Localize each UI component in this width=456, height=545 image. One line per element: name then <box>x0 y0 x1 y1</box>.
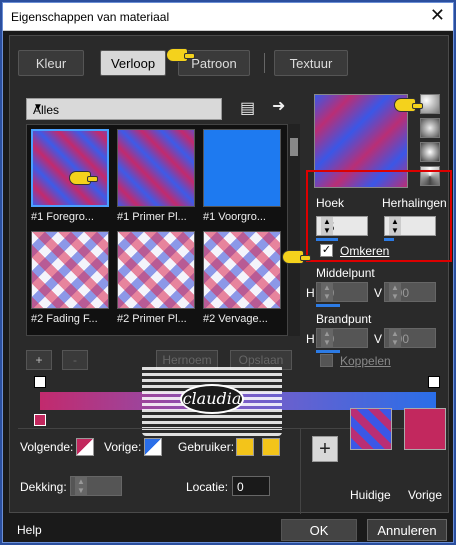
title-bar: Eigenschappen van materiaal ✕ <box>3 3 453 31</box>
chevron-down-icon: ▼ <box>33 102 43 113</box>
spinner-arrows-icon[interactable]: ▲ ▼ <box>321 217 333 235</box>
focal-label: Brandpunt <box>316 312 372 326</box>
link-checkbox[interactable] <box>320 354 333 367</box>
spinner-arrows-icon[interactable]: ▲ ▼ <box>75 477 87 495</box>
center-label: Middelpunt <box>316 266 375 280</box>
gradient-label-2: #1 Primer Pl... <box>117 211 187 223</box>
pointer-hand-icon <box>69 171 98 185</box>
location-label: Locatie: <box>186 480 229 494</box>
tab-separator <box>264 53 265 73</box>
help-link[interactable]: Help <box>17 523 42 537</box>
window-title: Eigenschappen van materiaal <box>11 10 170 24</box>
library-icon[interactable]: ▤ <box>240 98 255 118</box>
category-dropdown[interactable]: Alles ▼ <box>26 98 222 120</box>
add-gradient-button[interactable]: + <box>26 350 52 370</box>
top-stop-left[interactable] <box>34 376 46 388</box>
cancel-button[interactable]: Annuleren <box>367 519 447 541</box>
current-material-swatch[interactable] <box>350 408 392 450</box>
tab-verloop[interactable]: Verloop <box>100 50 166 76</box>
opacity-label: Dekking: <box>20 480 67 494</box>
spinner-arrows-icon[interactable]: ▲ ▼ <box>321 329 333 347</box>
gradient-label-1: #1 Foregro... <box>31 211 94 223</box>
next-color-label: Volgende: <box>20 440 74 454</box>
material-properties-dialog: Eigenschappen van materiaal ✕ Kleur Verl… <box>2 2 454 543</box>
center-v-label: V <box>374 286 383 300</box>
pointer-hand-icon <box>166 48 195 62</box>
current-label: Huidige <box>350 488 391 502</box>
opacity-input[interactable]: 0 ▲▼ <box>70 476 122 496</box>
ok-button[interactable]: OK <box>281 519 357 541</box>
bottom-stop-left[interactable] <box>34 414 46 426</box>
watermark-logo: claudia <box>142 364 282 436</box>
spinner-arrows-icon[interactable]: ▲ ▼ <box>389 329 401 347</box>
focal-h-input[interactable]: 50 ▲▼ <box>316 328 368 348</box>
pointer-hand-icon <box>394 98 423 112</box>
gradient-label-4: #2 Fading F... <box>31 313 98 325</box>
repeats-label: Herhalingen <box>382 196 447 210</box>
gradient-label-5: #2 Primer Pl... <box>117 313 187 325</box>
user-color-swatch-2[interactable] <box>262 438 280 456</box>
center-h-slider[interactable] <box>316 304 340 307</box>
previous-material-swatch[interactable] <box>404 408 446 450</box>
gradient-thumb-4[interactable] <box>31 231 109 309</box>
tab-kleur[interactable]: Kleur <box>18 50 84 76</box>
next-color-swatch[interactable] <box>76 438 94 456</box>
watermark-text: claudia <box>180 384 244 414</box>
repeats-slider[interactable] <box>384 238 394 241</box>
gradient-thumb-1[interactable] <box>31 129 109 207</box>
center-v-input[interactable]: 100 ▲▼ <box>384 282 436 302</box>
gradient-thumb-6[interactable] <box>203 231 281 309</box>
prev-color-label: Vorige: <box>104 440 142 454</box>
tab-bar: Kleur Verloop Patroon Textuur <box>18 50 438 76</box>
invert-checkbox[interactable]: ✓ <box>320 244 333 257</box>
gradient-thumb-3[interactable] <box>203 129 281 207</box>
link-label: Koppelen <box>340 354 391 368</box>
arrow-right-icon[interactable]: ➜ <box>272 96 285 116</box>
location-value: 0 <box>237 480 244 494</box>
spinner-arrows-icon[interactable]: ▲ ▼ <box>321 283 333 301</box>
pointer-hand-icon <box>282 250 311 264</box>
repeats-input[interactable]: 5 ▲▼ <box>384 216 436 236</box>
center-h-label: H <box>306 286 315 300</box>
gradient-list-scrollbar[interactable] <box>288 124 300 336</box>
user-color-label: Gebruiker: <box>178 440 235 454</box>
gradient-label-6: #2 Vervage... <box>203 313 268 325</box>
angle-input[interactable]: 45 ▲▼ <box>316 216 368 236</box>
location-input[interactable]: 0 <box>232 476 270 496</box>
top-stop-right[interactable] <box>428 376 440 388</box>
center-h-input[interactable]: 50 ▲▼ <box>316 282 368 302</box>
previous-label: Vorige <box>408 488 443 502</box>
gradient-label-3: #1 Voorgro... <box>203 211 266 223</box>
focal-h-slider[interactable] <box>316 350 340 353</box>
remove-gradient-button[interactable]: - <box>62 350 88 370</box>
invert-label: Omkeren <box>340 244 390 258</box>
radial-style-button[interactable] <box>420 142 440 162</box>
linear-style-button[interactable] <box>420 94 440 114</box>
angle-label: Hoek <box>316 196 345 210</box>
scroll-thumb[interactable] <box>290 138 298 156</box>
spinner-arrows-icon[interactable]: ▲ ▼ <box>389 283 401 301</box>
angle-slider[interactable] <box>316 238 338 241</box>
main-panel: Kleur Verloop Patroon Textuur Alles ▼ ▤ … <box>9 35 452 514</box>
focal-h-label: H <box>306 332 315 346</box>
focal-v-label: V <box>374 332 383 346</box>
spinner-arrows-icon[interactable]: ▲ ▼ <box>389 217 401 235</box>
rectangular-style-button[interactable] <box>420 118 440 138</box>
prev-color-swatch[interactable] <box>144 438 162 456</box>
plus-icon[interactable]: + <box>312 436 338 462</box>
gradient-list: #1 Foregro... #1 Primer Pl... #1 Voorgro… <box>26 124 288 336</box>
gradient-thumb-2[interactable] <box>117 129 195 207</box>
focal-v-input[interactable]: 100 ▲▼ <box>384 328 436 348</box>
tab-textuur[interactable]: Textuur <box>274 50 348 76</box>
close-icon[interactable]: ✕ <box>430 5 445 26</box>
user-color-swatch-1[interactable] <box>236 438 254 456</box>
vertical-divider <box>300 428 301 514</box>
gradient-thumb-5[interactable] <box>117 231 195 309</box>
